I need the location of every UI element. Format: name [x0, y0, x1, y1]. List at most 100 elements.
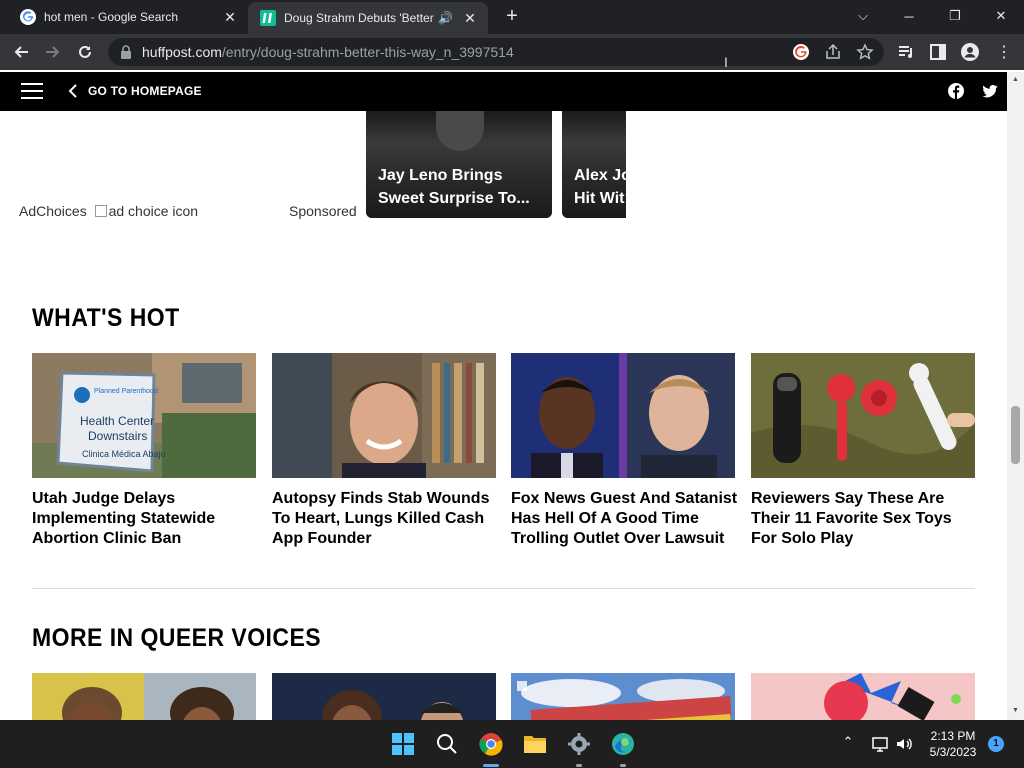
reload-button[interactable]: [72, 39, 98, 65]
close-tab-icon[interactable]: ✕: [222, 9, 238, 26]
chrome-icon: [479, 733, 503, 756]
ad-choice-icon-alt: ad choice icon: [108, 203, 199, 219]
globe-app-icon: [612, 733, 634, 755]
twitter-icon[interactable]: [982, 83, 998, 99]
minimize-button[interactable]: ─: [886, 0, 932, 32]
reload-icon: [79, 45, 91, 58]
profile-icon[interactable]: [960, 42, 980, 62]
article-page: AdChoices ad choice icon Sponsored Jay L…: [0, 111, 1007, 720]
chrome-taskbar-app[interactable]: [477, 730, 505, 758]
story-thumbnail[interactable]: [751, 673, 975, 720]
speaker-icon[interactable]: 🔊: [438, 11, 453, 25]
running-app-indicator: [576, 764, 582, 767]
two-people-photo: [32, 673, 256, 720]
scrollbar-thumb[interactable]: [1011, 406, 1020, 464]
svg-text:Downstairs: Downstairs: [88, 429, 147, 443]
event-photo: [272, 673, 496, 720]
story-thumbnail[interactable]: Planned Parenthood Health Center Downsta…: [32, 353, 256, 478]
section-divider: [32, 588, 975, 589]
story-thumbnail[interactable]: [511, 673, 735, 720]
sponsored-card[interactable]: Alex Jo Hit Wit: [562, 111, 626, 218]
products-photo: [751, 353, 975, 478]
tab-huffpost-article[interactable]: Doug Strahm Debuts 'Better 🔊 ✕: [248, 2, 488, 34]
illustration-photo: [751, 673, 975, 720]
story-headline[interactable]: Utah Judge Delays Implementing Statewide…: [32, 489, 262, 549]
broken-image-icon: [94, 205, 107, 217]
share-icon[interactable]: [824, 43, 842, 61]
active-app-indicator: [483, 764, 499, 767]
system-clock[interactable]: 2:13 PM 5/3/2023: [922, 728, 984, 760]
go-to-homepage-link[interactable]: GO TO HOMEPAGE: [68, 84, 202, 98]
hamburger-menu-icon[interactable]: [21, 83, 43, 99]
svg-text:Health Center: Health Center: [80, 414, 154, 428]
story-headline[interactable]: Fox News Guest And Satanist Has Hell Of …: [511, 489, 741, 549]
sponsored-card-title: Jay Leno Brings Sweet Surprise To...: [378, 167, 530, 207]
split-screen-news-photo: [511, 353, 735, 478]
story-thumbnail[interactable]: [32, 673, 256, 720]
sponsored-card-title: Alex Jo Hit Wit: [574, 167, 626, 207]
clinic-sign-image: Planned Parenthood Health Center Downsta…: [32, 353, 256, 478]
media-control-icon[interactable]: [896, 42, 916, 62]
network-icon[interactable]: [870, 734, 890, 754]
sponsored-card[interactable]: Jay Leno Brings Sweet Surprise To...: [366, 111, 552, 218]
forward-button[interactable]: [40, 39, 66, 65]
search-button[interactable]: [433, 730, 461, 758]
story-headline[interactable]: Reviewers Say These Are Their 11 Favorit…: [751, 489, 981, 549]
side-panel-icon[interactable]: [928, 42, 948, 62]
adchoices-label: AdChoices: [19, 203, 87, 219]
windows-taskbar: ⌃ 2:13 PM 5/3/2023 1: [0, 720, 1024, 768]
story-thumbnail[interactable]: [751, 353, 975, 478]
show-hidden-icons-chevron-icon[interactable]: ⌃: [838, 734, 858, 754]
page-scrollbar[interactable]: [1007, 72, 1024, 720]
whats-hot-heading: WHAT'S HOT: [32, 304, 180, 332]
lock-icon[interactable]: [120, 45, 132, 59]
sponsored-label: Sponsored: [289, 203, 357, 219]
close-window-button[interactable]: ✕: [978, 0, 1024, 32]
new-tab-button[interactable]: +: [500, 5, 524, 29]
browser-tab-strip: hot men - Google Search ✕ Doug Strahm De…: [0, 0, 1024, 34]
close-tab-icon[interactable]: ✕: [462, 10, 478, 27]
story-thumbnail[interactable]: [511, 353, 735, 478]
forward-arrow-icon: [46, 46, 60, 58]
back-arrow-icon: [14, 46, 28, 58]
volume-icon[interactable]: [894, 734, 914, 754]
google-favicon-icon: [20, 9, 36, 25]
running-app-indicator: [620, 764, 626, 767]
text-cursor-icon: I: [724, 54, 728, 70]
homepage-label: GO TO HOMEPAGE: [88, 84, 202, 98]
flag-sky-photo: [511, 673, 735, 720]
settings-taskbar-app[interactable]: [565, 730, 593, 758]
start-button[interactable]: [389, 730, 417, 758]
notification-badge[interactable]: 1: [988, 736, 1004, 752]
gear-icon: [568, 733, 590, 755]
story-thumbnail[interactable]: [272, 673, 496, 720]
scroll-down-arrow-icon[interactable]: ▼: [1011, 707, 1020, 715]
url-text: huffpost.com/entry/doug-strahm-better-th…: [142, 44, 514, 60]
bookmark-star-icon[interactable]: [856, 43, 874, 61]
facebook-icon[interactable]: [948, 83, 964, 99]
chrome-menu-icon[interactable]: ⋮: [994, 42, 1014, 62]
tab-search-chevron-icon[interactable]: ⌵: [840, 0, 886, 32]
chevron-left-icon: [68, 84, 77, 98]
edge-taskbar-app[interactable]: [609, 730, 637, 758]
browser-toolbar: huffpost.com/entry/doug-strahm-better-th…: [0, 34, 1024, 70]
huffpost-favicon-icon: [260, 10, 276, 26]
search-icon: [437, 734, 457, 754]
file-explorer-taskbar-app[interactable]: [521, 730, 549, 758]
google-lens-icon[interactable]: [792, 43, 810, 61]
clock-date: 5/3/2023: [929, 745, 977, 759]
tab-title: hot men - Google Search: [44, 10, 179, 24]
tab-google-search[interactable]: hot men - Google Search ✕: [8, 0, 248, 34]
story-headline[interactable]: Autopsy Finds Stab Wounds To Heart, Lung…: [272, 489, 502, 549]
address-bar[interactable]: huffpost.com/entry/doug-strahm-better-th…: [108, 38, 884, 66]
adchoices[interactable]: AdChoices ad choice icon: [19, 203, 198, 219]
smiling-man-photo: [272, 353, 496, 478]
story-thumbnail[interactable]: [272, 353, 496, 478]
tab-title: Doug Strahm Debuts 'Better: [284, 11, 434, 25]
huffpost-header: GO TO HOMEPAGE: [0, 72, 1007, 111]
more-in-queer-voices-heading: MORE IN QUEER VOICES: [32, 624, 322, 652]
restore-button[interactable]: ❐: [932, 0, 978, 32]
scroll-up-arrow-icon[interactable]: ▲: [1011, 76, 1020, 84]
svg-text:Planned Parenthood: Planned Parenthood: [94, 388, 158, 395]
back-button[interactable]: [8, 39, 34, 65]
